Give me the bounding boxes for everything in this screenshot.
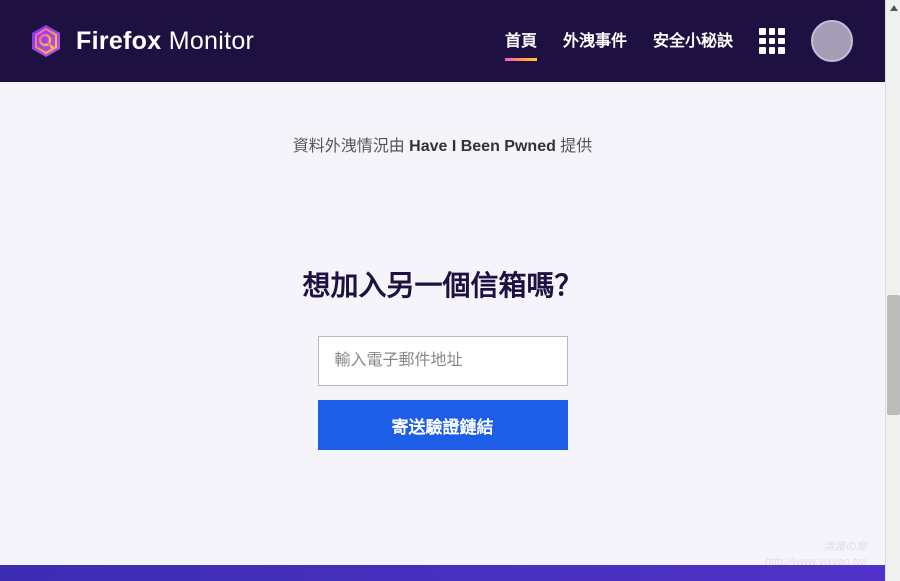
email-form: 想加入另一個信箱嗎？ 寄送驗證鏈結	[0, 264, 885, 450]
nav-home[interactable]: 首頁	[505, 27, 537, 55]
scrollbar[interactable]	[885, 0, 900, 581]
firefox-monitor-icon	[28, 23, 64, 59]
nav: 首頁 外洩事件 安全小秘訣	[505, 20, 853, 62]
content: 資料外洩情況由 Have I Been Pwned 提供 想加入另一個信箱嗎？ …	[0, 82, 885, 450]
nav-tips[interactable]: 安全小秘訣	[653, 27, 733, 55]
logo-text: Firefox Monitor	[76, 27, 254, 56]
footer-band	[0, 565, 885, 581]
apps-grid-icon[interactable]	[759, 28, 785, 54]
form-heading: 想加入另一個信箱嗎？	[0, 264, 885, 304]
header: Firefox Monitor 首頁 外洩事件 安全小秘訣	[0, 0, 885, 82]
attribution: 資料外洩情況由 Have I Been Pwned 提供	[0, 132, 885, 156]
nav-breaches[interactable]: 外洩事件	[563, 27, 627, 55]
avatar[interactable]	[811, 20, 853, 62]
email-field[interactable]	[318, 336, 568, 386]
scrollbar-thumb[interactable]	[887, 295, 900, 415]
submit-button[interactable]: 寄送驗證鏈結	[318, 400, 568, 450]
scrollbar-up-icon[interactable]	[886, 0, 900, 15]
logo[interactable]: Firefox Monitor	[28, 23, 254, 59]
